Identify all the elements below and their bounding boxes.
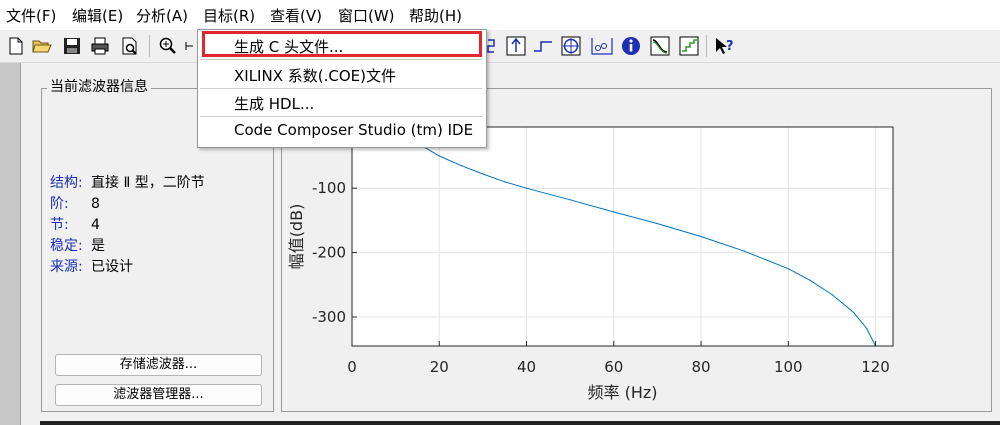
menu-analysis[interactable]: 分析(A) [136,5,188,26]
pole-zero-icon[interactable] [561,36,581,56]
open-folder-icon[interactable] [32,36,52,56]
impulse-response-icon[interactable] [590,36,614,56]
new-file-icon[interactable] [6,36,26,56]
x-tick-label: 80 [691,358,710,376]
highlight-annotation [202,31,482,57]
data-point [787,268,789,270]
filter-spec-icon[interactable] [650,36,670,56]
menu-target[interactable]: 目标(R) [203,5,255,26]
x-tick-label: 60 [604,358,623,376]
filter-manager-button[interactable]: 滤波器管理器... [55,384,262,406]
menu-view[interactable]: 查看(V) [270,5,322,26]
data-point [744,250,746,252]
plot-area [352,127,893,346]
y-tick-label: -300 [312,308,346,326]
menu-separator [200,88,482,89]
zoom-x-icon[interactable] [184,36,194,56]
y-axis-label: 幅值(dB) [287,204,306,270]
x-tick-label: 120 [861,358,890,376]
left-panel-strip [0,63,21,425]
menu-separator [200,59,482,60]
menu-file[interactable]: 文件(F) [6,5,56,26]
menu-item-ccs-ide[interactable]: Code Composer Studio (tm) IDE [234,121,473,139]
menu-separator [200,116,482,117]
x-tick-label: 0 [347,358,357,376]
menubar: 文件(F) 编辑(E) 分析(A) 目标(R) 查看(V) 窗口(W) 帮助(H… [0,0,1000,30]
print-icon[interactable] [90,36,110,56]
store-filter-button[interactable]: 存储滤波器... [55,354,262,376]
svg-text:?: ? [726,39,734,54]
quantize-icon[interactable] [679,36,699,56]
info-row-structure: 结构: 直接 Ⅱ 型，二阶节 [50,175,205,191]
data-point [569,199,571,201]
data-point [504,181,506,183]
toolbar: ? [0,30,1000,63]
data-point [438,155,440,157]
info-row-order: 阶: 8 [50,196,100,212]
menu-item-xilinx-coe[interactable]: XILINX 系数(.COE)文件 [234,65,396,86]
x-tick-label: 20 [430,358,449,376]
y-tick-label: -100 [312,179,346,197]
zoom-in-icon[interactable] [158,36,178,56]
menu-window[interactable]: 窗口(W) [338,5,395,26]
print-preview-icon[interactable] [120,36,140,56]
menu-edit[interactable]: 编辑(E) [72,5,123,26]
x-tick-label: 100 [774,358,803,376]
info-icon[interactable] [621,36,641,56]
data-point [831,293,833,296]
data-point [700,235,702,238]
info-row-sections: 节: 4 [50,217,100,233]
x-tick-label: 40 [517,358,536,376]
step-response-icon[interactable] [533,36,553,56]
data-point [809,279,811,281]
filter-info-title: 当前滤波器信息 [47,76,151,96]
data-point [482,173,484,175]
data-point [656,223,659,225]
menu-item-generate-hdl[interactable]: 生成 HDL... [234,93,314,114]
bottom-border [40,421,1000,425]
menu-help[interactable]: 帮助(H) [409,5,462,26]
data-point [613,211,615,213]
y-tick-label: -200 [312,244,346,262]
data-point [525,187,528,189]
magnitude-response-icon[interactable] [506,36,526,56]
info-row-source: 来源: 已设计 [50,259,133,275]
data-point [853,311,855,314]
phase-response-icon[interactable] [486,36,498,56]
info-row-stable: 稳定: 是 [50,238,105,254]
whats-this-icon[interactable]: ? [714,36,734,56]
x-axis-label: 频率 (Hz) [587,383,657,402]
data-point [460,165,462,167]
save-icon[interactable] [62,36,82,56]
data-point [866,328,868,330]
